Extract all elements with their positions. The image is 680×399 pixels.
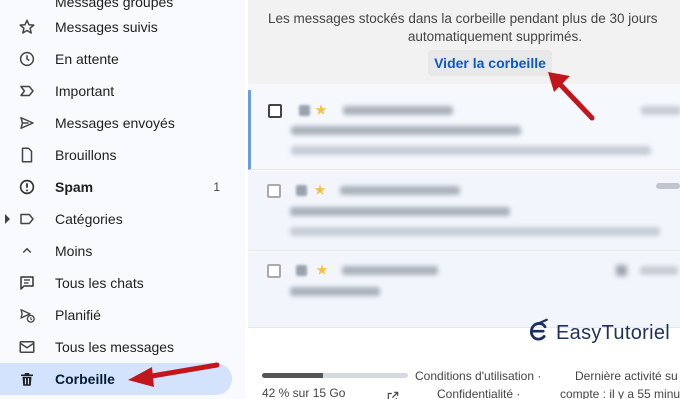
- storage-label: 42 % sur 15 Go: [262, 386, 346, 399]
- last-activity-label: Dernière activité su: [575, 369, 678, 383]
- empty-trash-button[interactable]: Vider la corbeille: [428, 50, 552, 76]
- sidebar-item-less[interactable]: Moins: [0, 235, 232, 267]
- sidebar-item-label: Important: [55, 83, 115, 99]
- sidebar-item-label: Catégories: [55, 211, 123, 227]
- expand-caret-icon[interactable]: [5, 214, 10, 224]
- sidebar-item-cut[interactable]: Messages groupés: [55, 0, 173, 10]
- sidebar-item-all-mail[interactable]: Tous les messages: [0, 331, 232, 363]
- spam-count: 1: [213, 180, 220, 194]
- clock-icon: [19, 51, 35, 67]
- row-checkbox[interactable]: [267, 184, 281, 198]
- sidebar-item-label: Spam: [55, 179, 94, 195]
- all-mail-icon: [19, 341, 35, 353]
- send-icon: [20, 117, 34, 129]
- star-icon[interactable]: [315, 104, 327, 115]
- scrollbar-thumb[interactable]: [656, 183, 680, 189]
- row-checkbox[interactable]: [268, 104, 282, 118]
- sidebar-item-important[interactable]: Important: [0, 75, 232, 107]
- email-row[interactable]: [248, 90, 680, 170]
- external-link-icon[interactable]: [386, 390, 400, 399]
- sidebar-item-chats[interactable]: Tous les chats: [0, 267, 232, 299]
- important-marker-icon: [296, 265, 307, 276]
- sidebar-item-sent[interactable]: Messages envoyés: [0, 107, 232, 139]
- privacy-link[interactable]: Confidentialité ·: [437, 387, 520, 399]
- star-icon[interactable]: [316, 264, 328, 275]
- sidebar-item-spam[interactable]: Spam 1: [0, 171, 232, 203]
- sidebar-item-label: Messages suivis: [55, 19, 158, 35]
- sidebar-item-label: Tous les chats: [55, 275, 144, 291]
- sidebar-item-label: Tous les messages: [55, 339, 175, 355]
- sidebar-item-categories[interactable]: Catégories: [0, 203, 232, 235]
- row-checkbox[interactable]: [267, 264, 281, 278]
- star-icon: [19, 19, 35, 34]
- sidebar-item-label: En attente: [55, 51, 119, 67]
- important-marker-icon: [299, 105, 310, 116]
- spam-icon: [19, 179, 35, 195]
- easytutoriel-logo: [530, 318, 548, 341]
- important-icon: [20, 85, 34, 97]
- trash-icon: [21, 373, 33, 386]
- watermark-text: EasyTutoriel: [556, 322, 671, 344]
- sidebar-item-trash[interactable]: Corbeille: [0, 363, 232, 395]
- storage-bar-fill: [262, 373, 324, 378]
- label-icon: [20, 213, 34, 225]
- trash-info-banner: Les messages stockés dans la corbeille p…: [248, 0, 680, 84]
- email-row[interactable]: [248, 171, 680, 251]
- sidebar-item-drafts[interactable]: Brouillons: [0, 139, 232, 171]
- sidebar-item-label: Moins: [55, 243, 93, 259]
- draft-icon: [21, 147, 33, 163]
- sidebar-item-label: Messages envoyés: [55, 115, 175, 131]
- chevron-up-icon: [22, 247, 32, 254]
- terms-link[interactable]: Conditions d'utilisation ·: [415, 369, 541, 383]
- scheduled-icon: [20, 309, 35, 323]
- sidebar-item-snoozed[interactable]: En attente: [0, 43, 232, 75]
- sidebar-item-label: Corbeille: [55, 371, 115, 387]
- sidebar-item-scheduled[interactable]: Planifié: [0, 299, 232, 331]
- sidebar-item-starred[interactable]: Messages suivis: [0, 11, 232, 43]
- important-marker-icon: [296, 185, 307, 196]
- last-activity-time: compte : il y a 55 minu: [560, 387, 680, 399]
- sidebar-item-label: Brouillons: [55, 147, 117, 163]
- sidebar: Messages groupés Messages suivis En atte…: [0, 0, 245, 399]
- star-icon[interactable]: [314, 184, 326, 195]
- storage-bar: [262, 373, 408, 378]
- chat-icon: [20, 276, 34, 290]
- email-row[interactable]: [248, 252, 680, 328]
- banner-text-line2: automatiquement supprimés.: [407, 29, 582, 44]
- gmail-window: Messages groupés Messages suivis En atte…: [0, 0, 680, 399]
- banner-text-line1: Les messages stockés dans la corbeille p…: [268, 11, 658, 26]
- sidebar-item-label: Planifié: [55, 307, 101, 323]
